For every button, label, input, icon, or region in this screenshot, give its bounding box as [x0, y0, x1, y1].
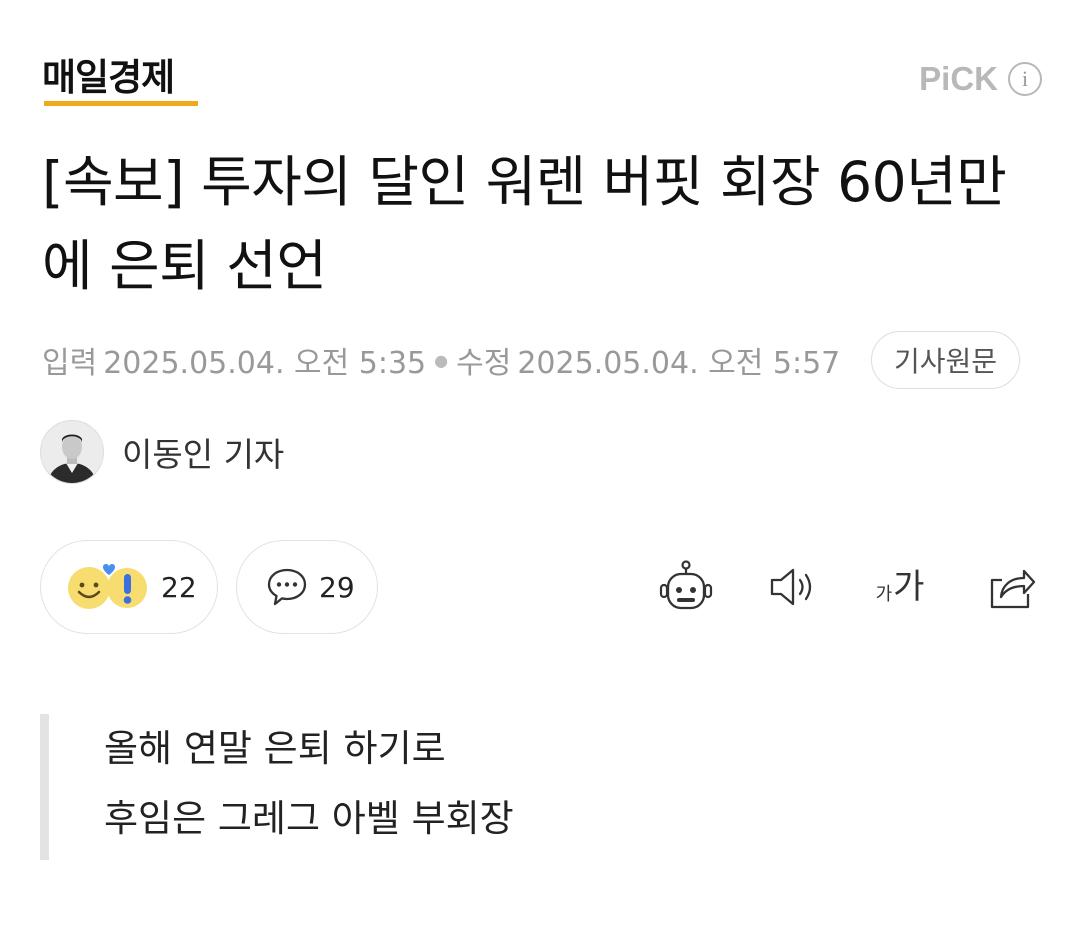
header: 매일경제 PiCK i — [42, 48, 1042, 112]
reaction-emoji-icon — [68, 564, 147, 609]
press-logo[interactable]: 매일경제 — [42, 56, 175, 100]
reporter-avatar[interactable] — [40, 420, 104, 484]
article-title: [속보] 투자의 달인 워렌 버핏 회장 60년만에 은퇴 선언 — [42, 150, 1007, 298]
comment-count: 29 — [319, 570, 355, 604]
meta-separator: ● — [434, 350, 449, 370]
info-icon[interactable]: i — [1008, 62, 1042, 96]
press-logo-underline — [44, 101, 198, 106]
modified-label: 수정 — [456, 346, 512, 381]
share-button[interactable] — [982, 562, 1038, 612]
font-size-button[interactable]: 가 가 — [868, 562, 932, 612]
reaction-button[interactable]: 22 — [40, 540, 218, 634]
article-summary-quote: 올해 연말 은퇴 하기로 후임은 그레그 아벨 부회장 — [40, 714, 749, 860]
modified-date: 2025.05.04. 오전 5:57 — [517, 346, 841, 381]
reporter-name[interactable]: 이동인 기자 — [122, 428, 284, 476]
reporter-byline[interactable]: 이동인 기자 — [40, 420, 284, 484]
share-icon — [990, 569, 1036, 609]
pick-label: PiCK — [919, 60, 998, 97]
published-label: 입력 — [42, 346, 98, 381]
pick-badge[interactable]: PiCK i — [919, 60, 1042, 98]
summary-line-2: 후임은 그레그 아벨 부회장 — [104, 797, 514, 840]
article-action-bar: 22 29 가 가 — [40, 540, 1038, 636]
speaker-icon — [770, 568, 812, 606]
summary-bot-button[interactable] — [656, 560, 716, 612]
comment-button[interactable]: 29 — [236, 540, 378, 634]
article-meta: 입력 2025.05.04. 오전 5:35 ● 수정 2025.05.04. … — [42, 331, 1020, 389]
font-size-large-label: 가 — [893, 567, 925, 607]
original-article-button[interactable]: 기사원문 — [870, 331, 1020, 389]
summary-line-1: 올해 연말 은퇴 하기로 — [104, 727, 446, 770]
published-date: 2025.05.04. 오전 5:35 — [103, 346, 427, 381]
font-size-icon: 가 가 — [876, 569, 925, 605]
comment-bubble-icon — [267, 568, 307, 606]
text-to-speech-button[interactable] — [766, 562, 820, 612]
summary-bot-icon — [659, 560, 713, 610]
font-size-small-label: 가 — [875, 584, 893, 605]
reaction-count: 22 — [161, 570, 197, 604]
